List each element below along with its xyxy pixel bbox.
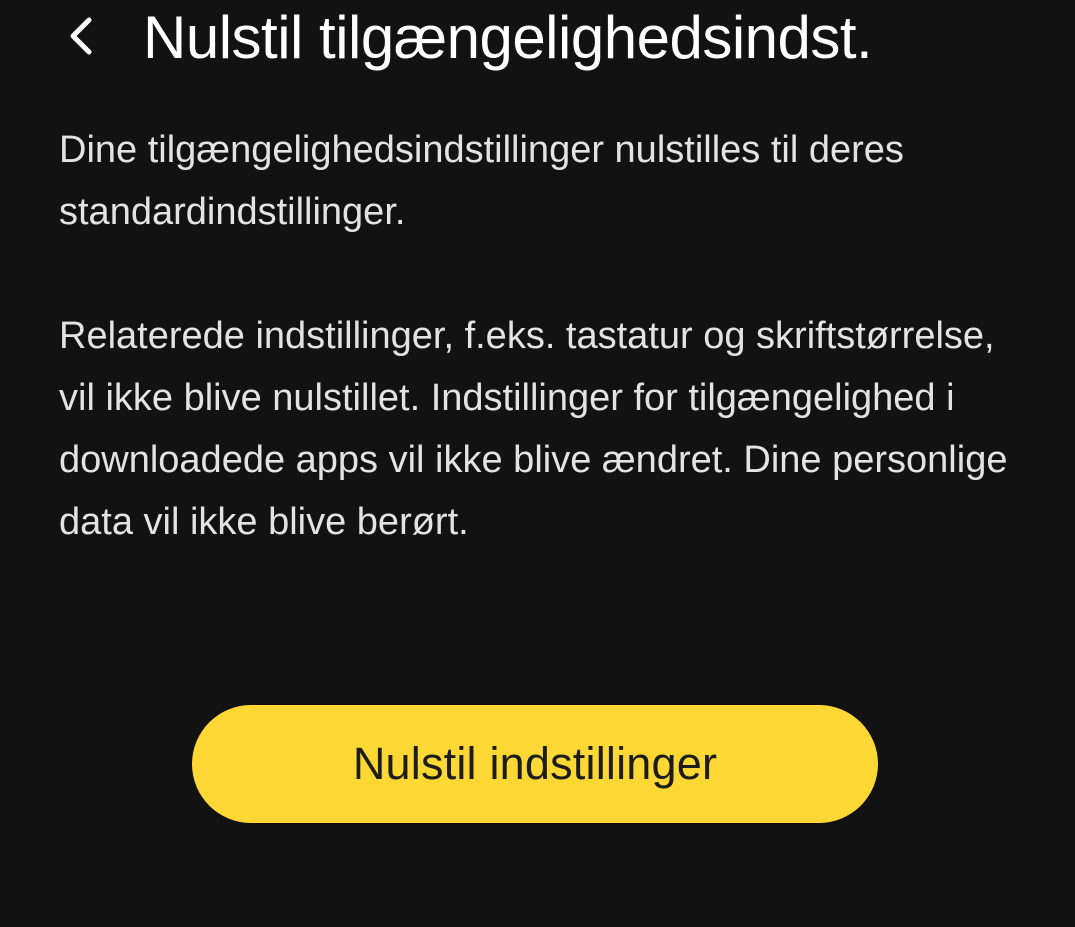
reset-settings-label: Nulstil indstillinger [352, 738, 718, 789]
reset-settings-button[interactable]: Nulstil indstillinger [192, 705, 878, 823]
description-section: Dine tilgængelighedsindstillinger nulsti… [59, 119, 1019, 553]
chevron-left-icon [70, 17, 92, 55]
app-header: Nulstil tilgængelighedsindst. [0, 0, 1075, 80]
description-paragraph-2: Relaterede indstillinger, f.eks. tastatu… [59, 315, 1008, 543]
back-button[interactable] [48, 4, 112, 68]
description-paragraph-1: Dine tilgængelighedsindstillinger nulsti… [59, 129, 904, 233]
page-title: Nulstil tilgængelighedsindst. [143, 4, 873, 71]
